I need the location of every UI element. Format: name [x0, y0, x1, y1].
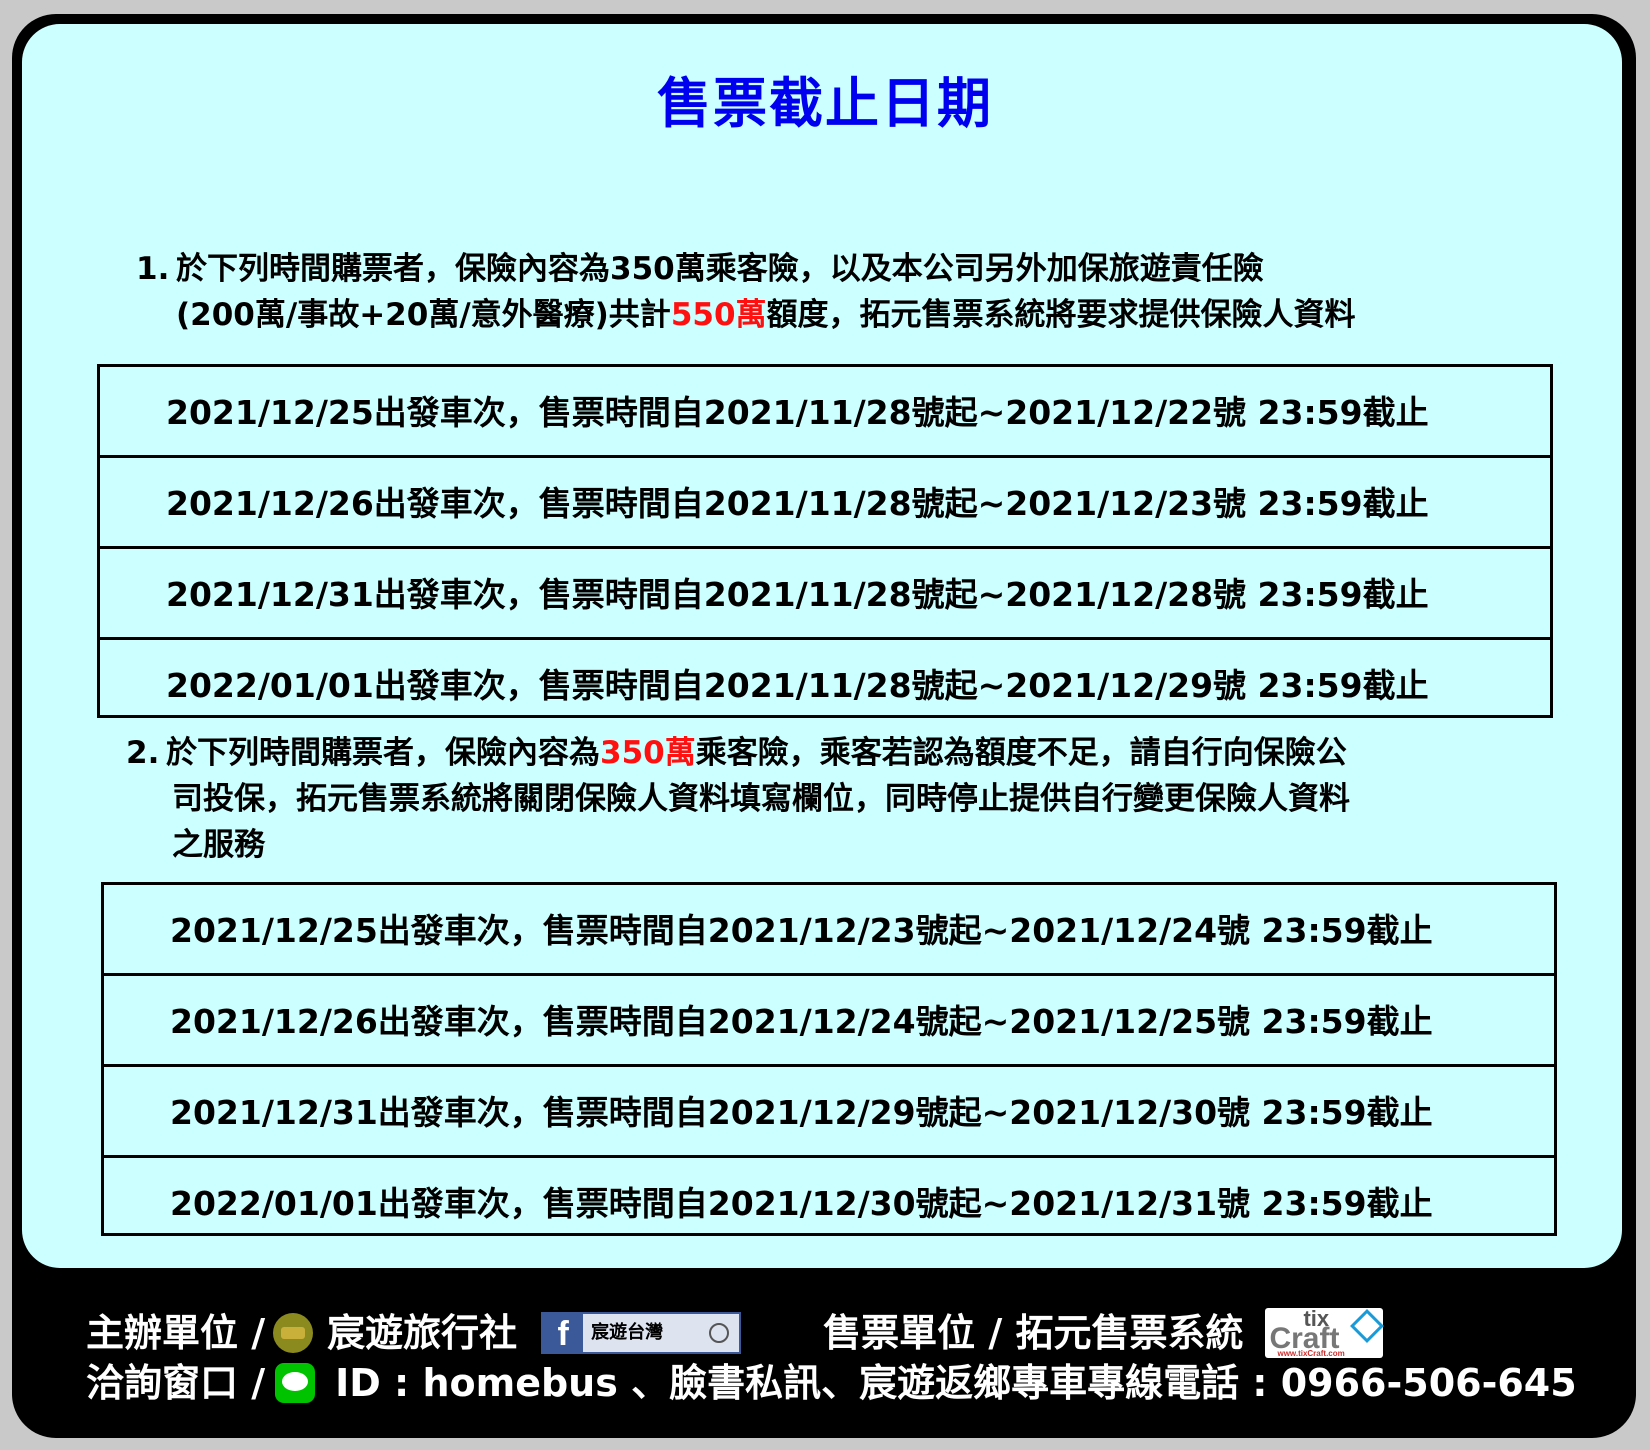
footer-organizer-line: 主辦單位 / 宸遊旅行社 f 宸遊台灣 售票單位 / 拓元售票系統 tix Cr… — [86, 1308, 1385, 1358]
section-1-line-2-before: (200萬/事故+20萬/意外醫療)共計 — [176, 297, 671, 333]
schedule-row: 2022/01/01出發車次，售票時間自2021/11/28號起~2021/12… — [166, 666, 1429, 705]
schedule-row: 2021/12/26出發車次，售票時間自2021/11/28號起~2021/12… — [100, 458, 1550, 549]
facebook-page-badge[interactable]: f 宸遊台灣 — [541, 1312, 742, 1354]
section-2-highlight: 350萬 — [600, 735, 696, 771]
facebook-page-name: 宸遊台灣 — [591, 1322, 664, 1343]
section-1-text: 1. 於下列時間購票者，保險內容為350萬乘客險，以及本公司另外加保旅遊責任險 (… — [136, 246, 1356, 338]
tixcraft-logo-icon[interactable]: tix Craft www.tixCraft.com — [1265, 1308, 1385, 1358]
section-2-line-1-after: 乘客險，乘客若認為額度不足，請自行向保險公 — [695, 735, 1347, 771]
schedule-row: 2021/12/26出發車次，售票時間自2021/12/24號起~2021/12… — [104, 976, 1554, 1067]
organizer-name: 宸遊旅行社 — [327, 1311, 518, 1355]
section-1-line-2-after: 額度，拓元售票系統將要求提供保險人資料 — [766, 297, 1356, 333]
footer-contact-line: 洽詢窗口 / ID : homebus 、臉書私訊、宸遊返鄉專車專線電話 : 0… — [86, 1358, 1577, 1408]
schedule-row: 2022/01/01出發車次，售票時間自2021/12/30號起~2021/12… — [170, 1184, 1433, 1223]
facebook-icon: f — [543, 1314, 584, 1353]
contact-label: 洽詢窗口 / — [86, 1361, 266, 1405]
section-1-number: 1. — [136, 251, 170, 287]
search-icon — [709, 1323, 730, 1343]
schedule-row: 2021/12/31出發車次，售票時間自2021/12/29號起~2021/12… — [104, 1067, 1554, 1158]
contact-info: ID : homebus 、臉書私訊、宸遊返鄉專車專線電話 : 0966-506… — [335, 1361, 1577, 1405]
section-2-line-3: 之服務 — [172, 827, 265, 863]
section-2-line-1-before: 於下列時間購票者，保險內容為 — [166, 735, 600, 771]
line-app-icon — [275, 1363, 316, 1403]
section-2-schedule-table: 2021/12/25出發車次，售票時間自2021/12/23號起~2021/12… — [101, 882, 1557, 1236]
tag-icon — [1350, 1309, 1385, 1343]
schedule-row: 2021/12/25出發車次，售票時間自2021/11/28號起~2021/12… — [100, 367, 1550, 458]
section-1-schedule-table: 2021/12/25出發車次，售票時間自2021/11/28號起~2021/12… — [97, 364, 1553, 718]
schedule-row: 2021/12/31出發車次，售票時間自2021/11/28號起~2021/12… — [100, 549, 1550, 640]
page-title: 售票截止日期 — [657, 72, 993, 135]
section-2-line-2: 司投保，拓元售票系統將關閉保險人資料填寫欄位，同時停止提供自行變更保險人資料 — [172, 781, 1350, 817]
tixcraft-logo-url: www.tixCraft.com — [1277, 1349, 1345, 1358]
section-2-text: 2. 於下列時間購票者，保險內容為350萬乘客險，乘客若認為額度不足，請自行向保險… — [126, 730, 1350, 868]
section-1-line-1: 於下列時間購票者，保險內容為350萬乘客險，以及本公司另外加保旅遊責任險 — [176, 251, 1264, 287]
section-1-highlight: 550萬 — [670, 297, 767, 333]
section-2-number: 2. — [126, 735, 160, 771]
organizer-logo-icon — [273, 1313, 314, 1353]
organizer-label: 主辦單位 / — [86, 1311, 266, 1355]
schedule-row: 2021/12/25出發車次，售票時間自2021/12/23號起~2021/12… — [104, 885, 1554, 976]
ticketing-label: 售票單位 / 拓元售票系統 — [823, 1311, 1244, 1355]
